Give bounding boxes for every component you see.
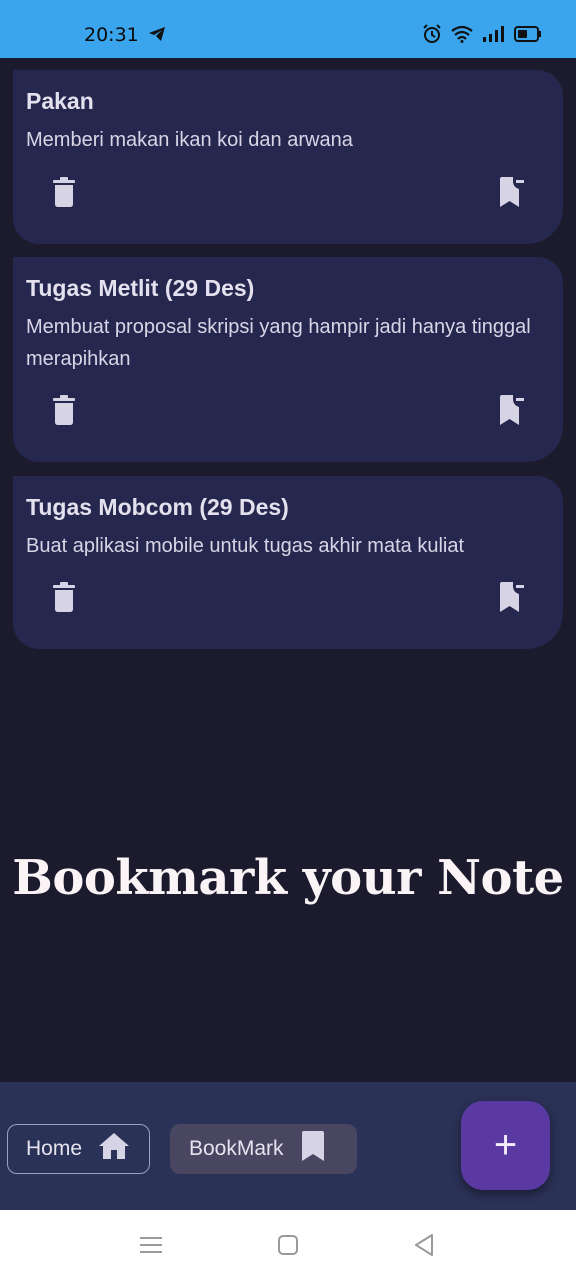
nav-home-button[interactable]: Home <box>7 1124 150 1174</box>
status-time: 20:31 <box>84 24 139 46</box>
alarm-icon <box>422 24 442 49</box>
note-card[interactable]: Pakan Memberi makan ikan koi dan arwana <box>13 70 563 244</box>
status-bar: 20:31 <box>0 0 576 58</box>
battery-icon <box>514 26 542 47</box>
bookmark-remove-icon[interactable] <box>492 390 532 430</box>
delete-icon[interactable] <box>44 390 84 430</box>
bookmark-icon <box>301 1131 324 1167</box>
bottom-nav-bar: Home BookMark + <box>0 1082 576 1210</box>
wifi-icon <box>450 25 474 48</box>
bookmark-remove-icon[interactable] <box>492 172 532 212</box>
status-icons <box>422 24 542 49</box>
note-body: Memberi makan ikan koi dan arwana <box>26 129 353 151</box>
signal-icon <box>482 25 506 48</box>
home-icon <box>98 1132 130 1166</box>
nav-bookmark-label: BookMark <box>189 1137 284 1160</box>
nav-bookmark-button[interactable]: BookMark <box>170 1124 357 1174</box>
telegram-icon <box>148 26 166 47</box>
note-body: Membuat proposal skripsi yang hampir jad… <box>26 316 531 370</box>
note-body: Buat aplikasi mobile untuk tugas akhir m… <box>26 535 465 557</box>
note-card[interactable]: Tugas Metlit (29 Des) Membuat proposal s… <box>13 257 563 462</box>
add-note-button[interactable]: + <box>461 1101 550 1190</box>
bookmark-remove-icon[interactable] <box>492 577 532 617</box>
bookmark-banner: Bookmark your Note <box>12 850 564 906</box>
delete-icon[interactable] <box>44 172 84 212</box>
nav-home-label: Home <box>26 1137 83 1160</box>
delete-icon[interactable] <box>44 577 84 617</box>
note-card[interactable]: Tugas Mobcom (29 Des) Buat aplikasi mobi… <box>13 476 563 649</box>
note-title: Pakan <box>26 88 94 114</box>
home-square-icon[interactable] <box>278 1235 298 1260</box>
menu-icon[interactable] <box>140 1235 162 1260</box>
back-icon[interactable] <box>414 1234 434 1261</box>
note-title: Tugas Mobcom (29 Des) <box>26 494 289 520</box>
note-title: Tugas Metlit (29 Des) <box>26 275 255 301</box>
system-nav-bar <box>0 1210 576 1280</box>
